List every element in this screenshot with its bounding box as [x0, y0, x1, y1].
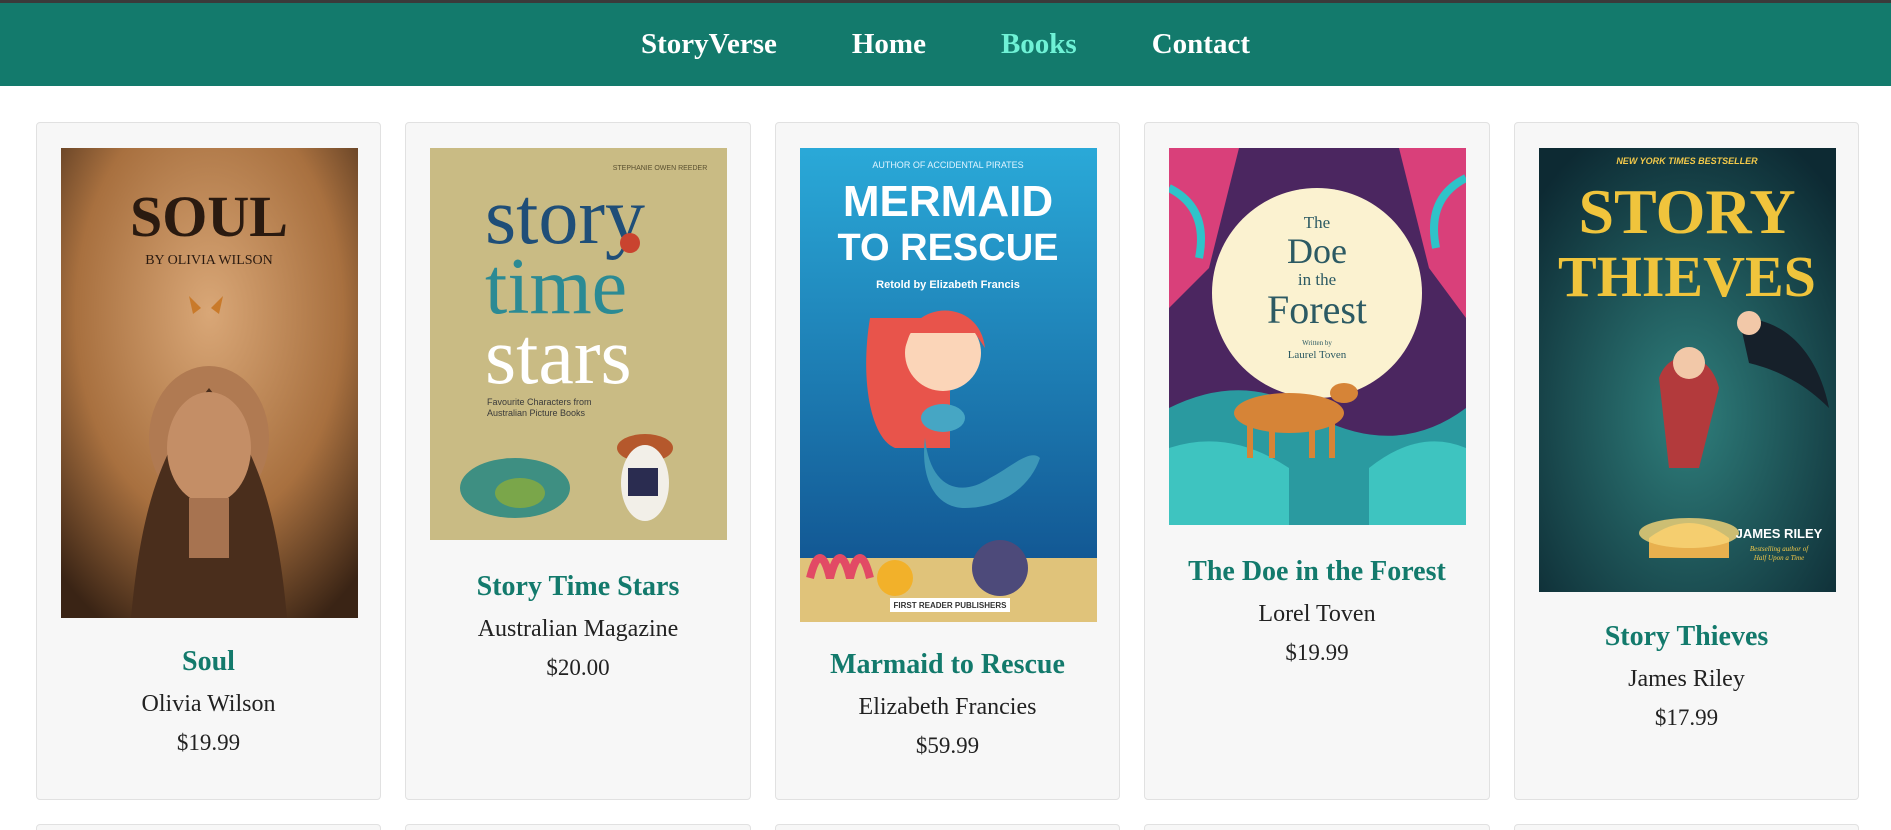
nav-link-books[interactable]: Books	[1001, 28, 1077, 61]
cover-st-tag2: Half Upon a Time	[1753, 554, 1804, 562]
cover-mtr-retold: Retold by Elizabeth Francis	[876, 279, 1020, 291]
book-cover-story-thieves[interactable]: NEW YORK TIMES BESTSELLER STORY THIEVES …	[1539, 148, 1836, 592]
cover-st-line2: THIEVES	[1558, 244, 1816, 309]
book-price: $59.99	[915, 733, 980, 758]
cover-soul-title: SOUL	[130, 184, 288, 249]
book-card-story-thieves[interactable]: NEW YORK TIMES BESTSELLER STORY THIEVES …	[1514, 122, 1859, 800]
book-author: Elizabeth Francies	[858, 694, 1037, 720]
book-card-soul[interactable]: SOUL BY OLIVIA WILSON Soul Olivia Wilson…	[36, 122, 381, 800]
cover-sts-line3: stars	[485, 313, 632, 401]
book-cover-story-time-stars[interactable]: STEPHANIE OWEN REEDER story time stars F…	[430, 148, 727, 540]
book-title[interactable]: Story Time Stars	[406, 571, 750, 603]
book-card-doe-in-the-forest[interactable]: The Doe in the Forest Written by Laurel …	[1144, 122, 1490, 800]
book-price: $19.99	[1285, 640, 1349, 665]
book-card-story-time-stars[interactable]: STEPHANIE OWEN REEDER story time stars F…	[405, 122, 751, 800]
book-card-marmaid-to-rescue[interactable]: AUTHOR OF ACCIDENTAL PIRATES MERMAID TO …	[775, 122, 1120, 800]
cover-doe-writtenby: Written by	[1302, 339, 1332, 347]
nav-brand[interactable]: StoryVerse	[641, 28, 777, 61]
cover-soul-byline: BY OLIVIA WILSON	[145, 253, 273, 268]
book-card-partial	[405, 824, 751, 830]
cover-doe-doe: Doe	[1287, 231, 1347, 271]
book-title[interactable]: Marmaid to Rescue	[776, 649, 1119, 681]
book-card-partial	[36, 824, 381, 830]
cover-mtr-line2: TO RESCUE	[837, 227, 1058, 269]
book-price: $19.99	[176, 730, 241, 755]
cover-mtr-publisher: FIRST READER PUBLISHERS	[894, 601, 1008, 610]
book-card-partial	[775, 824, 1120, 830]
cover-mtr-line1: MERMAID	[843, 177, 1053, 226]
book-price: $20.00	[546, 655, 610, 680]
book-author: Australian Magazine	[477, 616, 679, 642]
nav-link-home[interactable]: Home	[852, 28, 926, 61]
book-author: Olivia Wilson	[141, 691, 276, 717]
cover-st-top: NEW YORK TIMES BESTSELLER	[1616, 156, 1758, 166]
cover-st-line1: STORY	[1578, 176, 1795, 247]
book-title[interactable]: The Doe in the Forest	[1145, 556, 1489, 588]
cover-doe-forest: Forest	[1267, 287, 1367, 332]
book-author: James Riley	[1628, 666, 1745, 692]
book-card-partial	[1514, 824, 1859, 830]
top-navbar: StoryVerse Home Books Contact	[0, 3, 1891, 86]
cover-mtr-top: AUTHOR OF ACCIDENTAL PIRATES	[872, 160, 1023, 170]
cover-sts-top: STEPHANIE OWEN REEDER	[613, 165, 708, 172]
cover-sts-sub2: Australian Picture Books	[487, 408, 586, 418]
book-author: Lorel Toven	[1258, 601, 1376, 627]
book-price: $17.99	[1654, 705, 1719, 730]
book-card-partial	[1144, 824, 1490, 830]
cover-doe-author: Laurel Toven	[1288, 349, 1347, 361]
book-cover-marmaid-to-rescue[interactable]: AUTHOR OF ACCIDENTAL PIRATES MERMAID TO …	[800, 148, 1097, 622]
book-title[interactable]: Soul	[37, 646, 380, 678]
book-title[interactable]: Story Thieves	[1515, 621, 1858, 653]
book-cover-soul[interactable]: SOUL BY OLIVIA WILSON	[61, 148, 358, 618]
book-cover-doe-in-the-forest[interactable]: The Doe in the Forest Written by Laurel …	[1169, 148, 1466, 525]
cover-sts-sub1: Favourite Characters from	[487, 397, 592, 407]
cover-st-author: JAMES RILEY	[1736, 526, 1823, 541]
cover-st-tag1: Bestselling author of	[1750, 545, 1809, 553]
nav-link-contact[interactable]: Contact	[1152, 28, 1250, 61]
cover-doe-the: The	[1304, 213, 1330, 232]
